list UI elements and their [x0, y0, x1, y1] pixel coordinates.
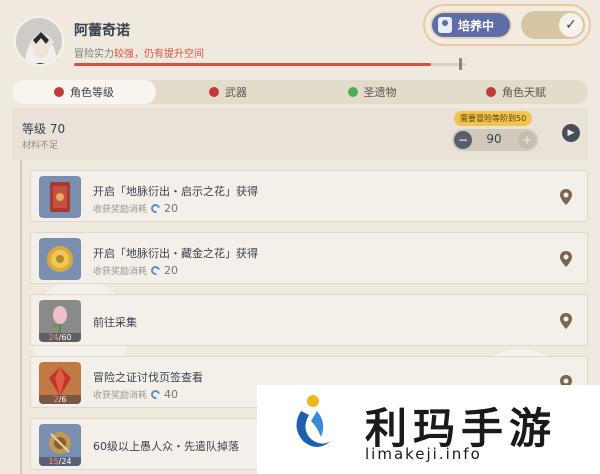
material-status: 材料不足 [22, 141, 59, 151]
target-level-value: 90 [486, 132, 502, 146]
cost-label: 收获奖励消耗 [93, 267, 148, 277]
pink-flower-icon: 24/60 [39, 300, 81, 342]
task-cost: 收获奖励消耗 20 [93, 202, 178, 215]
tab-status-dot-icon [54, 87, 64, 97]
list-item[interactable]: 24/60 前往采集 [30, 294, 588, 346]
requirement-badge: 需要冒险等阶到50 [454, 111, 533, 126]
strength-progress-marker [459, 58, 463, 70]
task-title: 60级以上愚人众・先遣队掉落 [93, 440, 239, 453]
tab-artifact[interactable]: 圣遗物 [300, 80, 444, 104]
count-need: 60 [61, 333, 72, 342]
task-title: 开启「地脉衍出・藏金之花」获得 [93, 247, 258, 260]
task-title: 冒险之证讨伐页签查看 [93, 371, 203, 384]
tab-status-dot-icon [486, 87, 496, 97]
level-target-row: 等级 70 材料不足 需要冒险等阶到50 − 90 + ▶ [12, 108, 588, 160]
watermark-url: limakeji.info [365, 445, 482, 463]
material-count: 15/24 [39, 457, 81, 466]
tab-weapon[interactable]: 武器 [156, 80, 300, 104]
count-have: 24 [48, 333, 59, 342]
task-title: 开启「地脉衍出・启示之花」获得 [93, 185, 258, 198]
character-name: 阿蕾奇诺 [74, 23, 130, 39]
list-item[interactable]: 开启「地脉衍出・启示之花」获得 收获奖励消耗 20 [30, 170, 588, 222]
increment-button[interactable]: + [518, 131, 536, 149]
tab-character-level[interactable]: 角色等级 [12, 80, 156, 104]
training-card-icon [438, 17, 452, 33]
expand-arrow-icon[interactable]: ▶ [562, 124, 580, 142]
resin-icon [149, 388, 162, 401]
tab-talent[interactable]: 角色天赋 [444, 80, 588, 104]
task-cost: 收获奖励消耗 40 [93, 388, 178, 401]
character-header: 阿蕾奇诺 冒险实力较强，仍有提升空间 培养中 ✓ [0, 0, 600, 78]
cost-value: 20 [164, 202, 179, 215]
location-pin-icon[interactable] [559, 250, 573, 268]
insignia-icon: 15/24 [39, 424, 81, 466]
tab-label: 角色天赋 [502, 86, 546, 99]
tab-label: 角色等级 [70, 86, 114, 99]
strength-progress-bar [74, 63, 466, 66]
material-count: 2/6 [39, 395, 81, 404]
training-badge-label: 培养中 [458, 18, 495, 33]
training-switch[interactable]: ✓ [521, 11, 585, 39]
list-item[interactable]: 开启「地脉衍出・藏金之花」获得 收获奖励消耗 20 [30, 232, 588, 284]
resin-icon [149, 264, 162, 277]
count-have: 2 [53, 395, 59, 404]
location-pin-icon[interactable] [559, 188, 573, 206]
training-badge[interactable]: 培养中 [430, 11, 512, 39]
task-cost: 收获奖励消耗 20 [93, 264, 178, 277]
tab-label: 圣遗物 [363, 86, 397, 99]
check-icon: ✓ [559, 13, 583, 37]
count-need: 6 [61, 395, 67, 404]
cost-value: 20 [164, 264, 179, 277]
task-title: 前往采集 [93, 316, 137, 329]
resin-icon [149, 202, 162, 215]
watermark-logo-icon [296, 395, 331, 447]
site-watermark: 利玛手游 limakeji.info [257, 385, 600, 474]
training-toggle-panel: 培养中 ✓ [423, 4, 591, 46]
tab-status-dot-icon [209, 87, 219, 97]
decrement-button[interactable]: − [454, 131, 472, 149]
strength-progress-fill [74, 63, 431, 66]
red-book-icon [39, 176, 81, 218]
cost-label: 收获奖励消耗 [93, 391, 148, 401]
cost-label: 收获奖励消耗 [93, 205, 148, 215]
adventure-strength-label: 冒险实力 [74, 49, 114, 60]
cost-value: 40 [164, 388, 179, 401]
target-level-stepper: − 90 + [452, 129, 538, 151]
count-need: 24 [61, 457, 72, 466]
character-avatar[interactable] [14, 16, 64, 66]
tab-status-dot-icon [347, 87, 358, 97]
count-have: 15 [48, 457, 59, 466]
gold-coin-icon [39, 238, 81, 280]
current-level: 等级 70 [22, 122, 66, 136]
adventure-strength: 冒险实力较强，仍有提升空间 [74, 45, 204, 60]
location-pin-icon[interactable] [559, 312, 573, 330]
red-gem-icon: 2/6 [39, 362, 81, 404]
material-count: 24/60 [39, 333, 81, 342]
tab-label: 武器 [225, 86, 247, 99]
adventure-strength-status: 较强，仍有提升空间 [114, 49, 204, 60]
material-tabs: 角色等级 武器 圣遗物 角色天赋 [12, 80, 588, 104]
